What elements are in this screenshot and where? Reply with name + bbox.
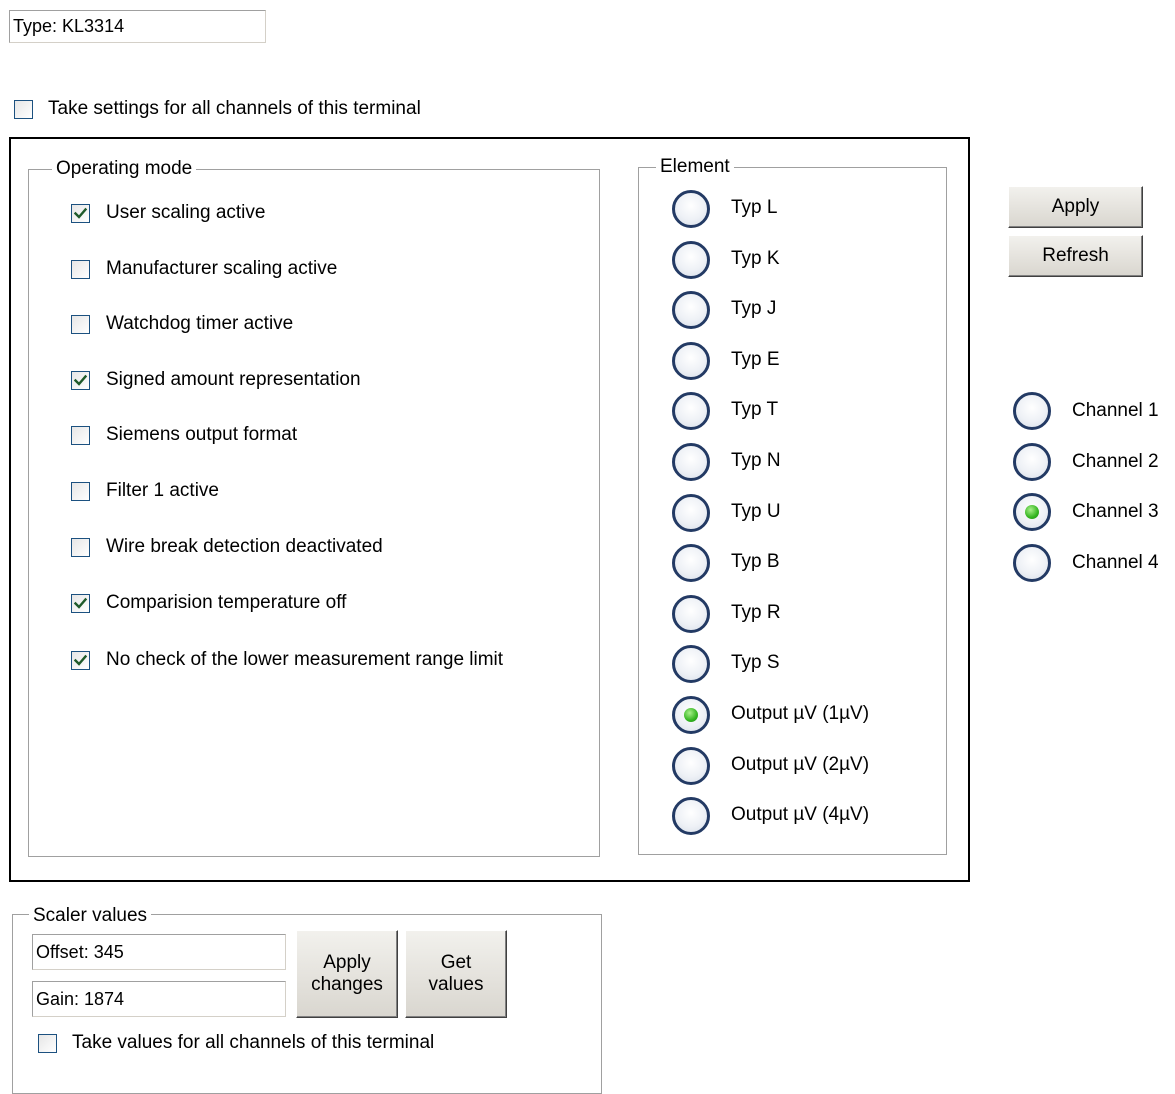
get-values-label-line1: Get [440, 952, 472, 973]
checkmark-icon [73, 597, 88, 609]
operating-mode-title: Operating mode [52, 158, 197, 180]
operating-mode-checkbox[interactable] [71, 594, 90, 613]
refresh-button-label: Refresh [1042, 245, 1109, 266]
element-radio-label: Typ T [731, 399, 779, 420]
get-values-button[interactable]: Get values [405, 930, 507, 1018]
element-radio[interactable] [672, 190, 710, 228]
channel-radio-label: Channel 2 [1072, 451, 1159, 472]
operating-mode-label: User scaling active [106, 202, 266, 223]
element-radio-label: Typ N [731, 450, 781, 471]
checkmark-icon [73, 207, 88, 219]
element-radio-label: Output µV (1µV) [731, 703, 870, 724]
operating-mode-checkbox[interactable] [71, 426, 90, 445]
element-radio[interactable] [672, 797, 710, 835]
operating-mode-label: Watchdog timer active [106, 313, 294, 334]
channel-radio-label: Channel 1 [1072, 400, 1159, 421]
channel-radio[interactable] [1013, 544, 1051, 582]
radio-selected-dot-icon [1025, 505, 1039, 519]
operating-mode-label: No check of the lower measurement range … [106, 649, 504, 670]
gain-field[interactable]: Gain: 1874 [32, 981, 286, 1017]
operating-mode-label: Wire break detection deactivated [106, 536, 383, 557]
apply-button-label: Apply [1051, 196, 1100, 217]
element-radio[interactable] [672, 291, 710, 329]
element-radio-label: Output µV (4µV) [731, 804, 870, 825]
operating-mode-checkbox[interactable] [71, 260, 90, 279]
scaler-values-title: Scaler values [29, 905, 152, 927]
take-values-all-label: Take values for all channels of this ter… [72, 1032, 435, 1053]
operating-mode-checkbox[interactable] [71, 482, 90, 501]
operating-mode-checkbox[interactable] [71, 651, 90, 670]
element-radio[interactable] [672, 443, 710, 481]
operating-mode-checkbox[interactable] [71, 538, 90, 557]
operating-mode-label: Siemens output format [106, 424, 298, 445]
operating-mode-checkbox[interactable] [71, 371, 90, 390]
apply-changes-button[interactable]: Apply changes [296, 930, 398, 1018]
element-radio-label: Typ U [731, 501, 781, 522]
element-radio-label: Typ J [731, 298, 777, 319]
operating-mode-checkbox[interactable] [71, 315, 90, 334]
channel-radio[interactable] [1013, 443, 1051, 481]
element-radio[interactable] [672, 645, 710, 683]
checkmark-icon [73, 374, 88, 386]
radio-selected-dot-icon [684, 708, 698, 722]
operating-mode-label: Filter 1 active [106, 480, 219, 501]
operating-mode-label: Signed amount representation [106, 369, 361, 390]
take-values-all-checkbox[interactable] [38, 1034, 57, 1053]
channel-radio[interactable] [1013, 392, 1051, 430]
apply-changes-label-line1: Apply [323, 952, 371, 973]
apply-changes-label-line2: changes [311, 974, 383, 995]
element-radio[interactable] [672, 595, 710, 633]
operating-mode-label: Comparision temperature off [106, 592, 347, 613]
type-field[interactable]: Type: KL3314 [9, 10, 266, 43]
get-values-label-line2: values [428, 974, 484, 995]
take-settings-all-checkbox[interactable] [14, 100, 33, 119]
channel-radio[interactable] [1013, 493, 1051, 531]
element-radio[interactable] [672, 241, 710, 279]
element-radio-label: Typ E [731, 349, 780, 370]
channel-radio-label: Channel 4 [1072, 552, 1159, 573]
element-radio[interactable] [672, 392, 710, 430]
element-radio[interactable] [672, 696, 710, 734]
checkmark-icon [73, 654, 88, 666]
element-radio-label: Typ R [731, 602, 781, 623]
element-radio[interactable] [672, 494, 710, 532]
channel-radio-label: Channel 3 [1072, 501, 1159, 522]
element-radio-label: Typ K [731, 248, 780, 269]
element-radio[interactable] [672, 747, 710, 785]
element-title: Element [656, 156, 734, 178]
take-settings-all-label: Take settings for all channels of this t… [48, 98, 421, 119]
apply-button[interactable]: Apply [1008, 186, 1143, 228]
element-radio[interactable] [672, 544, 710, 582]
element-radio[interactable] [672, 342, 710, 380]
element-radio-label: Typ L [731, 197, 778, 218]
operating-mode-label: Manufacturer scaling active [106, 258, 338, 279]
operating-mode-checkbox[interactable] [71, 204, 90, 223]
refresh-button[interactable]: Refresh [1008, 235, 1143, 277]
element-radio-label: Output µV (2µV) [731, 754, 870, 775]
offset-field[interactable]: Offset: 345 [32, 934, 286, 970]
element-radio-label: Typ S [731, 652, 780, 673]
element-radio-label: Typ B [731, 551, 780, 572]
